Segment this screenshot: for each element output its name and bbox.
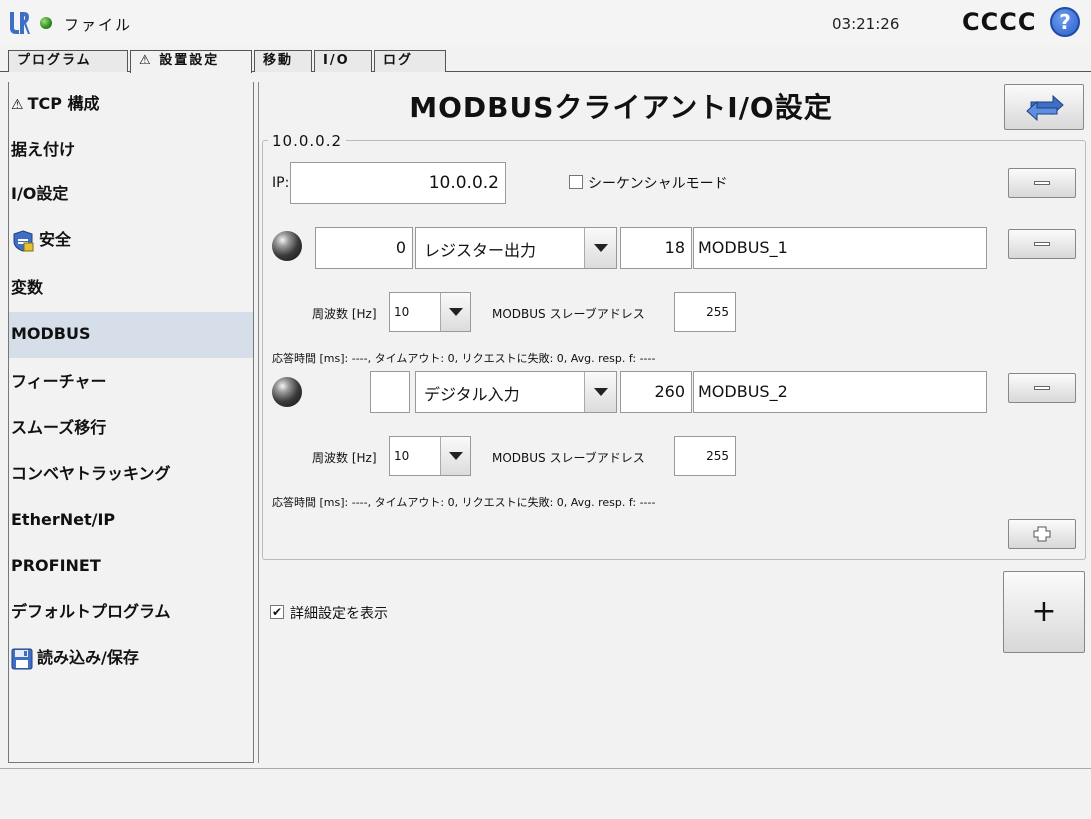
sidebar-item-io-setup[interactable]: I/O設定 bbox=[9, 172, 253, 216]
plus-icon bbox=[1033, 526, 1051, 542]
frequency-dropdown[interactable]: 10 bbox=[389, 292, 471, 332]
slave-address-field[interactable]: 255 bbox=[674, 436, 736, 476]
show-advanced-label: 詳細設定を表示 bbox=[290, 606, 388, 622]
sequential-mode-label: シーケンシャルモード bbox=[588, 176, 728, 192]
remove-signal-button[interactable] bbox=[1008, 373, 1076, 403]
top-bar bbox=[0, 0, 1091, 46]
signal-type-dropdown[interactable]: デジタル入力 bbox=[415, 371, 617, 413]
frequency-dropdown[interactable]: 10 bbox=[389, 436, 471, 476]
help-icon[interactable]: ? bbox=[1050, 7, 1080, 37]
sidebar-item-label: I/O設定 bbox=[11, 184, 69, 203]
add-signal-button[interactable] bbox=[1008, 519, 1076, 549]
chevron-down-icon[interactable] bbox=[584, 372, 616, 412]
signal-type-dropdown[interactable]: レジスター出力 bbox=[415, 227, 617, 269]
ip-address-field[interactable]: 10.0.0.2 bbox=[290, 162, 506, 204]
sidebar-item-label: TCP 構成 bbox=[27, 94, 100, 113]
frequency-value: 10 bbox=[394, 449, 410, 463]
tab-program[interactable]: プログラム bbox=[8, 50, 128, 72]
signal-status-led bbox=[272, 377, 302, 407]
tab-label: 移動 bbox=[263, 53, 294, 68]
slave-address-field[interactable]: 255 bbox=[674, 292, 736, 332]
sidebar-item-label: 安全 bbox=[39, 230, 72, 249]
robot-name: CCCC bbox=[962, 8, 1037, 36]
sidebar-item-safety[interactable]: 安全 bbox=[9, 218, 253, 262]
modbus-unit-title: 10.0.0.2 bbox=[268, 132, 347, 150]
tab-io[interactable]: I/O bbox=[314, 50, 372, 72]
signal-address-field[interactable] bbox=[370, 371, 410, 413]
signal-status-text: 応答時間 [ms]: ----, タイムアウト: 0, リクエストに失敗: 0,… bbox=[272, 352, 656, 365]
robot-status-indicator bbox=[40, 17, 52, 29]
sidebar-item-label: MODBUS bbox=[11, 324, 91, 343]
signal-status-led bbox=[272, 231, 302, 261]
page-title: MODBUSクライアントI/O設定 bbox=[409, 91, 833, 124]
slave-address-label: MODBUS スレーブアドレス bbox=[492, 307, 645, 321]
clock: 03:21:26 bbox=[832, 15, 900, 33]
sidebar-item-label: コンベヤトラッキング bbox=[11, 464, 171, 483]
frequency-label: 周波数 [Hz] bbox=[312, 307, 377, 321]
tab-label: プログラム bbox=[17, 53, 92, 68]
ip-label: IP: bbox=[272, 175, 290, 191]
add-modbus-unit-button[interactable]: + bbox=[1003, 571, 1085, 653]
sidebar-item-label: PROFINET bbox=[11, 556, 101, 575]
tab-bar: プログラム ⚠ 設置設定 移動 I/O ログ bbox=[0, 50, 1091, 73]
signal-address-field[interactable]: 0 bbox=[315, 227, 413, 269]
sidebar-item-features[interactable]: フィーチャー bbox=[9, 360, 253, 404]
remove-unit-button[interactable] bbox=[1008, 168, 1076, 198]
warning-icon: ⚠ bbox=[11, 96, 24, 113]
sidebar-item-ethernet-ip[interactable]: EtherNet/IP bbox=[9, 498, 253, 542]
tab-label: ログ bbox=[383, 53, 414, 68]
sidebar-item-tcp[interactable]: ⚠ TCP 構成 bbox=[9, 82, 253, 126]
file-menu[interactable]: ファイル bbox=[64, 14, 132, 35]
chevron-down-icon[interactable] bbox=[440, 437, 470, 475]
frequency-value: 10 bbox=[394, 305, 410, 319]
sidebar-item-label: 据え付け bbox=[11, 140, 76, 159]
sidebar-item-label: EtherNet/IP bbox=[11, 510, 116, 529]
sidebar-item-mounting[interactable]: 据え付け bbox=[9, 128, 253, 172]
sidebar-item-label: フィーチャー bbox=[11, 372, 107, 391]
sidebar-item-load-save[interactable]: 読み込み/保存 bbox=[9, 636, 253, 680]
chevron-down-icon[interactable] bbox=[584, 228, 616, 268]
sidebar-item-modbus[interactable]: MODBUS bbox=[9, 312, 253, 358]
tab-installation[interactable]: ⚠ 設置設定 bbox=[130, 50, 252, 73]
floppy-disk-icon bbox=[11, 648, 33, 669]
installation-sidebar: ⚠ TCP 構成 据え付け I/O設定 安全 変数 MODBUS フィーチャー ス… bbox=[8, 82, 254, 763]
sidebar-item-label: 変数 bbox=[11, 278, 44, 297]
sidebar-item-variables[interactable]: 変数 bbox=[9, 266, 253, 310]
chevron-down-icon[interactable] bbox=[440, 293, 470, 331]
show-advanced-checkbox[interactable]: ✔ bbox=[270, 605, 284, 619]
tab-move[interactable]: 移動 bbox=[254, 50, 312, 72]
tab-label: I/O bbox=[323, 53, 350, 68]
sidebar-item-label: 読み込み/保存 bbox=[37, 648, 139, 667]
tab-log[interactable]: ログ bbox=[374, 50, 446, 72]
minus-icon bbox=[1034, 181, 1050, 185]
sidebar-item-smooth-transition[interactable]: スムーズ移行 bbox=[9, 406, 253, 450]
signal-name-field[interactable]: MODBUS_1 bbox=[693, 227, 987, 269]
minus-icon bbox=[1034, 386, 1050, 390]
sidebar-item-label: スムーズ移行 bbox=[11, 418, 107, 437]
signal-status-text: 応答時間 [ms]: ----, タイムアウト: 0, リクエストに失敗: 0,… bbox=[272, 496, 656, 509]
refresh-button[interactable] bbox=[1004, 84, 1084, 130]
remove-signal-button[interactable] bbox=[1008, 229, 1076, 259]
ur-logo-icon bbox=[10, 12, 30, 34]
refresh-icon bbox=[1026, 94, 1064, 122]
signal-register-field[interactable]: 260 bbox=[620, 371, 692, 413]
safety-shield-icon bbox=[13, 229, 34, 252]
footer-bar bbox=[0, 768, 1091, 819]
sidebar-item-label: デフォルトプログラム bbox=[11, 602, 171, 621]
tab-label: 設置設定 bbox=[159, 53, 220, 68]
sequential-mode-checkbox[interactable] bbox=[569, 175, 583, 189]
signal-name-field[interactable]: MODBUS_2 bbox=[693, 371, 987, 413]
signal-type-value: デジタル入力 bbox=[424, 385, 520, 404]
signal-type-value: レジスター出力 bbox=[424, 241, 537, 260]
warning-icon: ⚠ bbox=[139, 53, 153, 68]
slave-address-label: MODBUS スレーブアドレス bbox=[492, 451, 645, 465]
sidebar-item-default-program[interactable]: デフォルトプログラム bbox=[9, 590, 253, 634]
sidebar-item-conveyor-tracking[interactable]: コンベヤトラッキング bbox=[9, 452, 253, 496]
signal-register-field[interactable]: 18 bbox=[620, 227, 692, 269]
sidebar-item-profinet[interactable]: PROFINET bbox=[9, 544, 253, 588]
frequency-label: 周波数 [Hz] bbox=[312, 451, 377, 465]
minus-icon bbox=[1034, 242, 1050, 246]
